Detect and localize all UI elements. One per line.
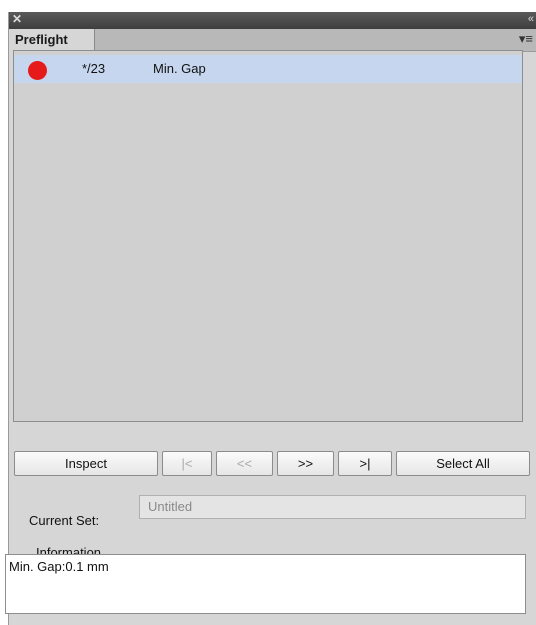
collapse-icon[interactable]: « xyxy=(528,12,534,27)
tab-bar: Preflight ▾≡ xyxy=(9,29,536,53)
previous-button[interactable]: << xyxy=(216,451,273,476)
close-icon[interactable]: ✕ xyxy=(12,12,22,27)
information-text: Min. Gap:0.1 mm xyxy=(5,554,526,614)
last-button[interactable]: >| xyxy=(338,451,392,476)
list-item[interactable]: */23 Min. Gap xyxy=(14,55,522,83)
error-status-icon xyxy=(28,61,47,80)
panel-title-bar: ✕ « xyxy=(9,12,536,29)
first-button[interactable]: |< xyxy=(162,451,212,476)
select-all-button[interactable]: Select All xyxy=(396,451,530,476)
inspect-button[interactable]: Inspect xyxy=(14,451,158,476)
current-set-label: Current Set: xyxy=(29,513,100,528)
results-list[interactable]: */23 Min. Gap xyxy=(13,50,523,422)
list-item-page: */23 xyxy=(82,61,106,76)
current-set-field[interactable]: Untitled xyxy=(139,495,526,519)
panel-menu-icon[interactable]: ▾≡ xyxy=(519,31,533,47)
list-item-label: Min. Gap xyxy=(153,61,206,76)
next-button[interactable]: >> xyxy=(277,451,334,476)
